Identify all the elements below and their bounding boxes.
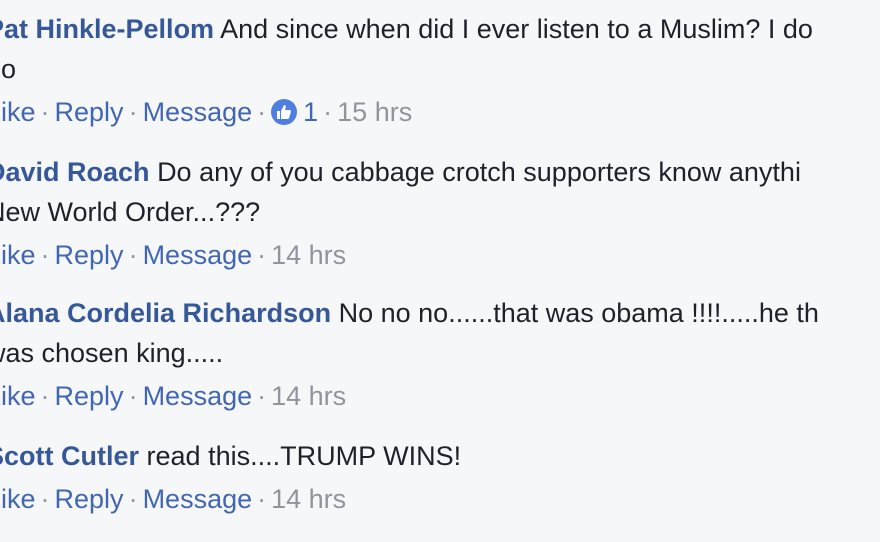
comment-timestamp[interactable]: 15 hrs xyxy=(337,92,412,132)
separator: · xyxy=(128,97,138,127)
comment-text: And since when did I ever listen to a Mu… xyxy=(220,14,813,44)
like-link[interactable]: Like xyxy=(0,376,36,416)
reply-link[interactable]: Reply xyxy=(55,235,124,275)
separator: · xyxy=(257,381,267,411)
reply-link[interactable]: Reply xyxy=(55,92,124,132)
separator: · xyxy=(128,484,138,514)
message-link[interactable]: Message xyxy=(143,235,253,275)
comment-text: No no no......that was obama !!!!.....he… xyxy=(338,298,819,328)
separator: · xyxy=(40,240,50,270)
message-link[interactable]: Message xyxy=(143,92,253,132)
separator: · xyxy=(40,97,50,127)
like-link[interactable]: Like xyxy=(0,479,36,519)
comment: David Roach Do any of you cabbage crotch… xyxy=(0,152,880,275)
separator: · xyxy=(40,381,50,411)
comment-body: Scott Cutler read this....TRUMP WINS! xyxy=(0,436,880,476)
comment-text: Do any of you cabbage crotch supporters … xyxy=(157,157,801,187)
comment-text-continued: was chosen king..... xyxy=(0,338,224,368)
comment-actions: Like · Reply · Message · 1 · 15 hrs xyxy=(0,92,880,132)
comment-thread: Pat Hinkle-Pellom And since when did I e… xyxy=(0,0,880,542)
comment-actions: Like · Reply · Message · 14 hrs xyxy=(0,235,880,275)
comment-timestamp[interactable]: 14 hrs xyxy=(271,479,346,519)
message-link[interactable]: Message xyxy=(143,376,253,416)
comment-timestamp[interactable]: 14 hrs xyxy=(271,235,346,275)
separator: · xyxy=(40,484,50,514)
comment: Scott Cutler read this....TRUMP WINS! Li… xyxy=(0,436,880,519)
comment: Pat Hinkle-Pellom And since when did I e… xyxy=(0,9,880,132)
comment-text: read this....TRUMP WINS! xyxy=(146,441,462,471)
comment-body: Alana Cordelia Richardson No no no......… xyxy=(0,293,880,333)
separator: · xyxy=(257,97,267,127)
message-link[interactable]: Message xyxy=(143,479,253,519)
reply-link[interactable]: Reply xyxy=(55,479,124,519)
comment-body: David Roach Do any of you cabbage crotch… xyxy=(0,152,880,192)
separator: · xyxy=(257,240,267,270)
comment-author[interactable]: Scott Cutler xyxy=(0,441,139,471)
comment-author[interactable]: Pat Hinkle-Pellom xyxy=(0,14,214,44)
separator: · xyxy=(257,484,267,514)
like-link[interactable]: Like xyxy=(0,235,36,275)
comment-author[interactable]: David Roach xyxy=(0,157,150,187)
comment-actions: Like · Reply · Message · 14 hrs xyxy=(0,479,880,519)
comment-body: Pat Hinkle-Pellom And since when did I e… xyxy=(0,9,880,49)
like-link[interactable]: Like xyxy=(0,92,36,132)
comment-author[interactable]: Alana Cordelia Richardson xyxy=(0,298,331,328)
comment-text-continued: no xyxy=(0,54,17,84)
thumbs-up-icon xyxy=(271,99,298,125)
reaction-count-value: 1 xyxy=(303,97,319,127)
reply-link[interactable]: Reply xyxy=(55,376,124,416)
comment-timestamp[interactable]: 14 hrs xyxy=(271,376,346,416)
separator: · xyxy=(128,240,138,270)
comment: Alana Cordelia Richardson No no no......… xyxy=(0,293,880,416)
comment-text-continued: New World Order...??? xyxy=(0,197,261,227)
separator: · xyxy=(128,381,138,411)
comment-actions: Like · Reply · Message · 14 hrs xyxy=(0,376,880,416)
separator: · xyxy=(323,97,333,127)
reaction-count[interactable]: 1 xyxy=(271,92,318,132)
